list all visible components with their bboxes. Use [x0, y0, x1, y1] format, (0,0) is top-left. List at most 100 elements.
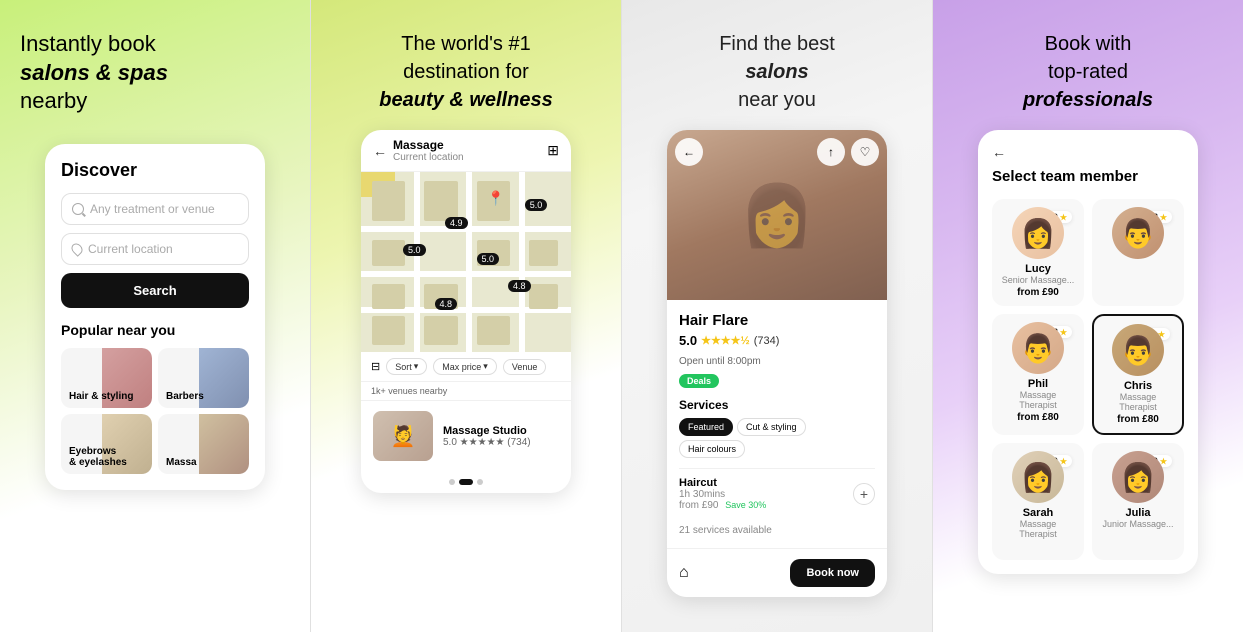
category-barbers[interactable]: Barbers [158, 348, 249, 408]
team-card-julia[interactable]: 5.0 ★ 👩 Julia Junior Massage... [1092, 443, 1184, 560]
julia-price [1137, 531, 1140, 542]
category-grid: Hair & styling Barbers Eyebrows& eyelash… [61, 348, 249, 474]
man1-name [1136, 263, 1139, 275]
salon-rating: 5.0 ★★★★½ (734) [679, 333, 875, 348]
p3-headline-line1: Find the best [719, 33, 835, 55]
discover-title: Discover [61, 160, 249, 181]
map-block [424, 181, 458, 221]
map-block [372, 316, 406, 345]
p4-headline-bold: professionals [1023, 89, 1153, 111]
chris-price: from £80 [1117, 414, 1159, 425]
price-from: from £90 [679, 500, 718, 511]
category-label: Massa [166, 457, 197, 468]
open-status: Open until 8:00pm [679, 356, 875, 367]
sarah-name: Sarah [1023, 507, 1054, 519]
map-header: ← Massage Current location ⊞ [361, 130, 571, 172]
phil-price: from £80 [1017, 412, 1059, 423]
max-price-chip[interactable]: Max price ▾ [433, 358, 497, 375]
chris-avatar: 👨 [1112, 324, 1164, 376]
panel-professionals: Book with top-rated professionals ← Sele… [932, 0, 1243, 632]
map-pin: 📍 [487, 190, 504, 207]
p4-headline-line1: Book with [1045, 33, 1132, 55]
home-icon[interactable]: ⌂ [679, 564, 689, 582]
venue-image-placeholder: 💆 [373, 411, 433, 461]
phil-avatar: 👨 [1012, 322, 1064, 374]
avatar-emoji: 👩 [1112, 451, 1164, 503]
category-label: Barbers [166, 391, 204, 402]
chip-featured[interactable]: Featured [679, 418, 733, 436]
search-placeholder: Any treatment or venue [90, 202, 215, 216]
category-hair-styling[interactable]: Hair & styling [61, 348, 152, 408]
discover-card: Discover Any treatment or venue Current … [45, 144, 265, 490]
map-phone: ← Massage Current location ⊞ [361, 130, 571, 493]
avatar-emoji: 👨 [1112, 324, 1164, 376]
sarah-role: Massage Therapist [1000, 519, 1076, 539]
nav-dot [477, 479, 483, 485]
venue-card[interactable]: 💆 Massage Studio 5.0 ★★★★★ (734) [361, 401, 571, 471]
man1-price [1137, 287, 1140, 298]
avatar-emoji: 👩 [1012, 207, 1064, 259]
sort-chip[interactable]: Sort ▾ [386, 358, 427, 375]
venue-rating: 5.0 ★★★★★ (734) [443, 437, 531, 448]
share-button[interactable]: ↑ [817, 138, 845, 166]
salon-detail-phone: 👩 ← ↑ ♡ Hair Flare 5.0 ★★★★½ (734) Open … [667, 130, 887, 597]
back-arrow-icon[interactable]: ← [373, 143, 387, 159]
map-icon[interactable]: ⊞ [547, 142, 559, 159]
map-block [529, 240, 558, 265]
book-now-button[interactable]: Book now [790, 559, 875, 587]
discount-label: Save 30% [725, 500, 766, 510]
massage-image [199, 414, 249, 474]
service-duration: 1h 30mins [679, 489, 766, 500]
team-card-lucy[interactable]: 4.9 ★ 👩 Lucy Senior Massage... from £90 [992, 199, 1084, 306]
team-card-man1[interactable]: 4.8 ★ 👨 [1092, 199, 1184, 306]
panel-find-salons: Find the best salons near you 👩 ← ↑ ♡ Ha… [621, 0, 932, 632]
man1-avatar: 👨 [1112, 207, 1164, 259]
category-eyebrows[interactable]: Eyebrows& eyelashes [61, 414, 152, 474]
julia-role: Junior Massage... [1102, 519, 1173, 529]
julia-name: Julia [1125, 507, 1150, 519]
treatment-search[interactable]: Any treatment or venue [61, 193, 249, 225]
map-rating-pin: 5.0 [403, 244, 426, 256]
team-card-chris[interactable]: 5.0 ★ 👨 Chris Massage Therapist from £80 [1092, 314, 1184, 435]
deals-badge: Deals [679, 374, 719, 388]
map-sub-title: Current location [393, 152, 464, 163]
team-grid: 4.9 ★ 👩 Lucy Senior Massage... from £90 … [992, 199, 1184, 560]
chevron-icon: ▾ [483, 361, 488, 372]
p2-headline-bold: beauty & wellness [379, 89, 552, 111]
chris-name: Chris [1124, 380, 1152, 392]
chip-colours[interactable]: Hair colours [679, 440, 745, 458]
salon-footer: ⌂ Book now [667, 548, 887, 597]
map-view[interactable]: 📍 4.9 5.0 5.0 4.8 5.0 4.8 [361, 172, 571, 352]
rating-number: 5.0 [679, 333, 697, 348]
chip-cut[interactable]: Cut & styling [737, 418, 806, 436]
venue-chip[interactable]: Venue [503, 359, 547, 375]
map-block [424, 316, 458, 345]
category-label: Hair & styling [69, 391, 133, 402]
location-input[interactable]: Current location [61, 233, 249, 265]
add-service-button[interactable]: + [853, 483, 875, 505]
chris-role: Massage Therapist [1102, 392, 1174, 412]
map-block [477, 316, 511, 345]
team-card-sarah[interactable]: 5.0 ★ 👩 Sarah Massage Therapist [992, 443, 1084, 560]
service-price: from £90 Save 30% [679, 500, 766, 511]
category-label: Eyebrows& eyelashes [69, 446, 127, 468]
headline-line2: nearby [20, 88, 87, 113]
road-v1 [414, 172, 420, 352]
venue-info: Massage Studio 5.0 ★★★★★ (734) [443, 425, 531, 448]
category-massage[interactable]: Massa [158, 414, 249, 474]
team-selection-phone: ← Select team member 4.9 ★ 👩 Lucy Senior… [978, 130, 1198, 574]
map-rating-pin: 4.8 [435, 298, 458, 310]
salon-hero-image: 👩 ← ↑ ♡ [667, 130, 887, 300]
map-rating-pin: 4.9 [445, 217, 468, 229]
favorite-button[interactable]: ♡ [851, 138, 879, 166]
nav-dot-active [459, 479, 473, 485]
lucy-price: from £90 [1017, 287, 1059, 298]
panel2-headline: The world's #1 destination for beauty & … [379, 30, 552, 114]
search-button[interactable]: Search [61, 273, 249, 308]
team-card-phil[interactable]: 4.8 ★ 👨 Phil Massage Therapist from £80 [992, 314, 1084, 435]
back-arrow[interactable]: ← [992, 144, 1184, 160]
service-name: Haircut [679, 477, 766, 489]
back-button[interactable]: ← [675, 138, 703, 166]
salon-body: Hair Flare 5.0 ★★★★½ (734) Open until 8:… [667, 300, 887, 548]
filter-icon: ⊟ [371, 360, 380, 373]
